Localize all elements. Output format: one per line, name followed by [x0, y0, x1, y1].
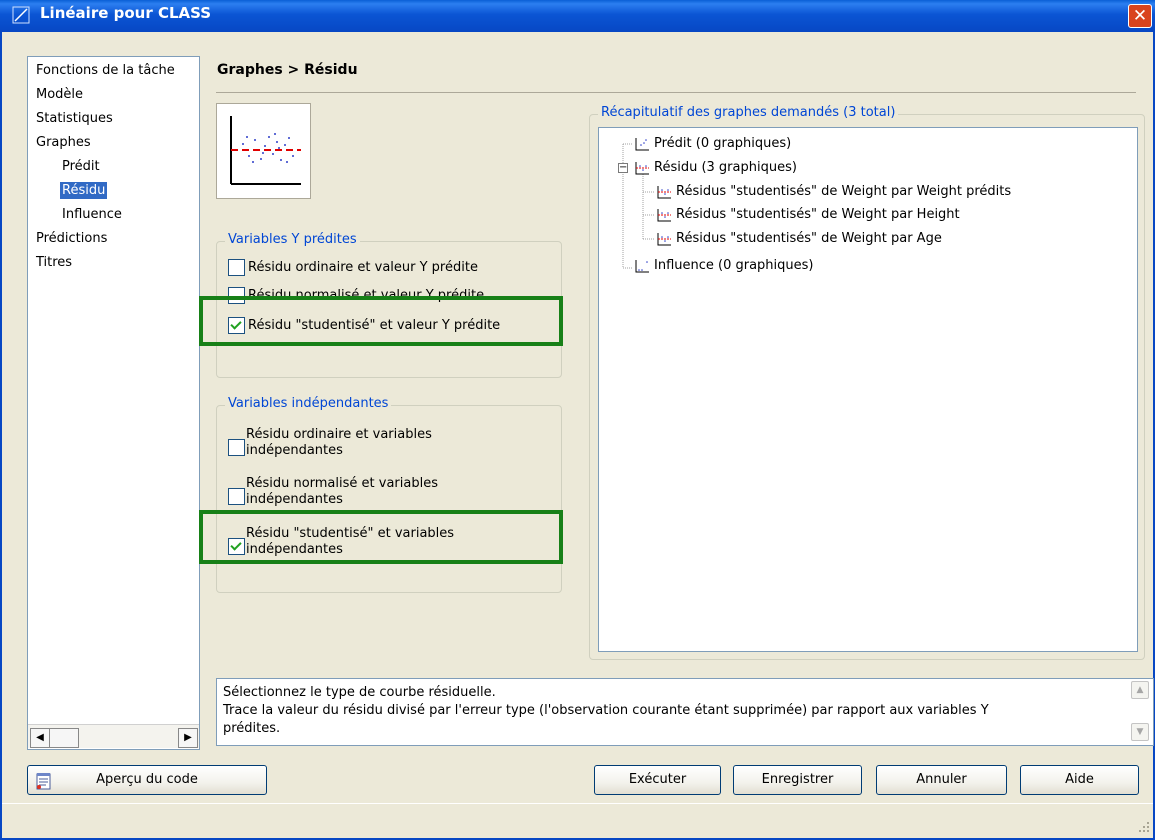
app-icon — [12, 6, 30, 24]
residual-plot-icon — [635, 161, 649, 174]
description-line-3: prédites. — [223, 721, 281, 736]
predicted-plot-icon — [635, 137, 649, 150]
preview-code-button[interactable]: Aperçu du code — [27, 765, 267, 795]
group-label-summary: Récapitulatif des graphes demandés (3 to… — [598, 105, 899, 120]
checkbox-normalized-residual-x[interactable] — [228, 488, 245, 505]
highlight-box-studentized-x — [199, 510, 563, 564]
highlight-box-studentized-y — [199, 296, 563, 346]
help-button[interactable]: Aide — [1020, 765, 1139, 795]
option-label-ordinary-residual-x: Résidu ordinaire et variables indépendant… — [246, 427, 432, 458]
nav-item-statistics[interactable]: Statistiques — [36, 107, 113, 131]
cancel-button[interactable]: Annuler — [876, 765, 1007, 795]
tree-item-residual-by-predicted-weight[interactable]: Résidus "studentisés" de Weight par Weig… — [656, 182, 1011, 202]
nav-item-residual[interactable]: Résidu — [60, 179, 108, 203]
residual-plot-icon — [657, 185, 671, 198]
scroll-down-icon[interactable]: ▼ — [1131, 723, 1149, 741]
residual-plot-icon — [657, 208, 671, 221]
run-button[interactable]: Exécuter — [594, 765, 721, 795]
help-description: Sélectionnez le type de courbe résiduell… — [216, 678, 1154, 746]
group-label-predicted-y: Variables Y prédites — [225, 232, 360, 247]
nav-item-influence[interactable]: Influence — [62, 203, 122, 227]
tree-item-residual-by-age[interactable]: Résidus "studentisés" de Weight par Age — [656, 229, 942, 249]
influence-plot-icon — [635, 259, 649, 272]
plot-summary-tree[interactable]: Prédit (0 graphiques) − Résidu (3 graphi… — [598, 127, 1138, 652]
nav-item-model[interactable]: Modèle — [36, 83, 83, 107]
checkbox-ordinary-residual-y[interactable] — [228, 259, 245, 276]
nav-item-titles[interactable]: Titres — [36, 251, 72, 275]
residual-plot-icon — [657, 232, 671, 245]
heading-divider — [216, 92, 1136, 93]
resize-grip-icon[interactable] — [1135, 818, 1151, 834]
option-label-ordinary-residual-y: Résidu ordinaire et valeur Y prédite — [248, 260, 478, 275]
collapse-icon[interactable]: − — [618, 163, 628, 173]
nav-item-task-functions[interactable]: Fonctions de la tâche — [36, 59, 175, 83]
checkbox-ordinary-residual-x[interactable] — [228, 439, 245, 456]
residual-plot-icon — [230, 116, 301, 185]
tree-item-influence[interactable]: Influence (0 graphiques) — [634, 256, 814, 276]
description-line-1: Sélectionnez le type de courbe résiduell… — [223, 685, 496, 700]
scroll-left-icon[interactable]: ◀ — [30, 728, 50, 748]
scroll-right-icon[interactable]: ▶ — [178, 728, 198, 748]
scroll-up-icon[interactable]: ▲ — [1131, 681, 1149, 699]
task-navigation-panel: Fonctions de la tâche Modèle Statistique… — [27, 56, 200, 750]
nav-horizontal-scrollbar[interactable]: ◀ ▶ — [28, 724, 199, 748]
nav-item-predictions[interactable]: Prédictions — [36, 227, 107, 251]
description-vertical-scrollbar[interactable]: ▲ ▼ — [1131, 679, 1151, 745]
status-bar — [2, 803, 1153, 838]
tree-item-predicted[interactable]: Prédit (0 graphiques) — [634, 134, 791, 154]
nav-item-plots[interactable]: Graphes — [36, 131, 91, 155]
description-line-2: Trace la valeur du résidu divisé par l'e… — [223, 703, 989, 718]
tree-item-residual-by-height[interactable]: Résidus "studentisés" de Weight par Heig… — [656, 205, 960, 225]
independent-variables-group: Variables indépendantes Résidu ordinaire… — [216, 396, 562, 593]
page-title: Graphes > Résidu — [217, 62, 358, 78]
save-button[interactable]: Enregistrer — [733, 765, 862, 795]
option-label-normalized-residual-x: Résidu normalisé et variables indépendant… — [246, 476, 438, 507]
scrollbar-thumb[interactable] — [49, 728, 79, 748]
close-button[interactable]: ✕ — [1128, 4, 1152, 28]
tree-item-residual[interactable]: Résidu (3 graphiques) — [634, 158, 797, 178]
code-preview-icon — [36, 773, 51, 790]
preview-code-label: Aperçu du code — [96, 772, 198, 787]
nav-item-predicted[interactable]: Prédit — [62, 155, 100, 179]
group-label-independent: Variables indépendantes — [225, 396, 392, 411]
window-title: Linéaire pour CLASS — [40, 4, 212, 22]
residual-plot-preview — [216, 103, 311, 199]
